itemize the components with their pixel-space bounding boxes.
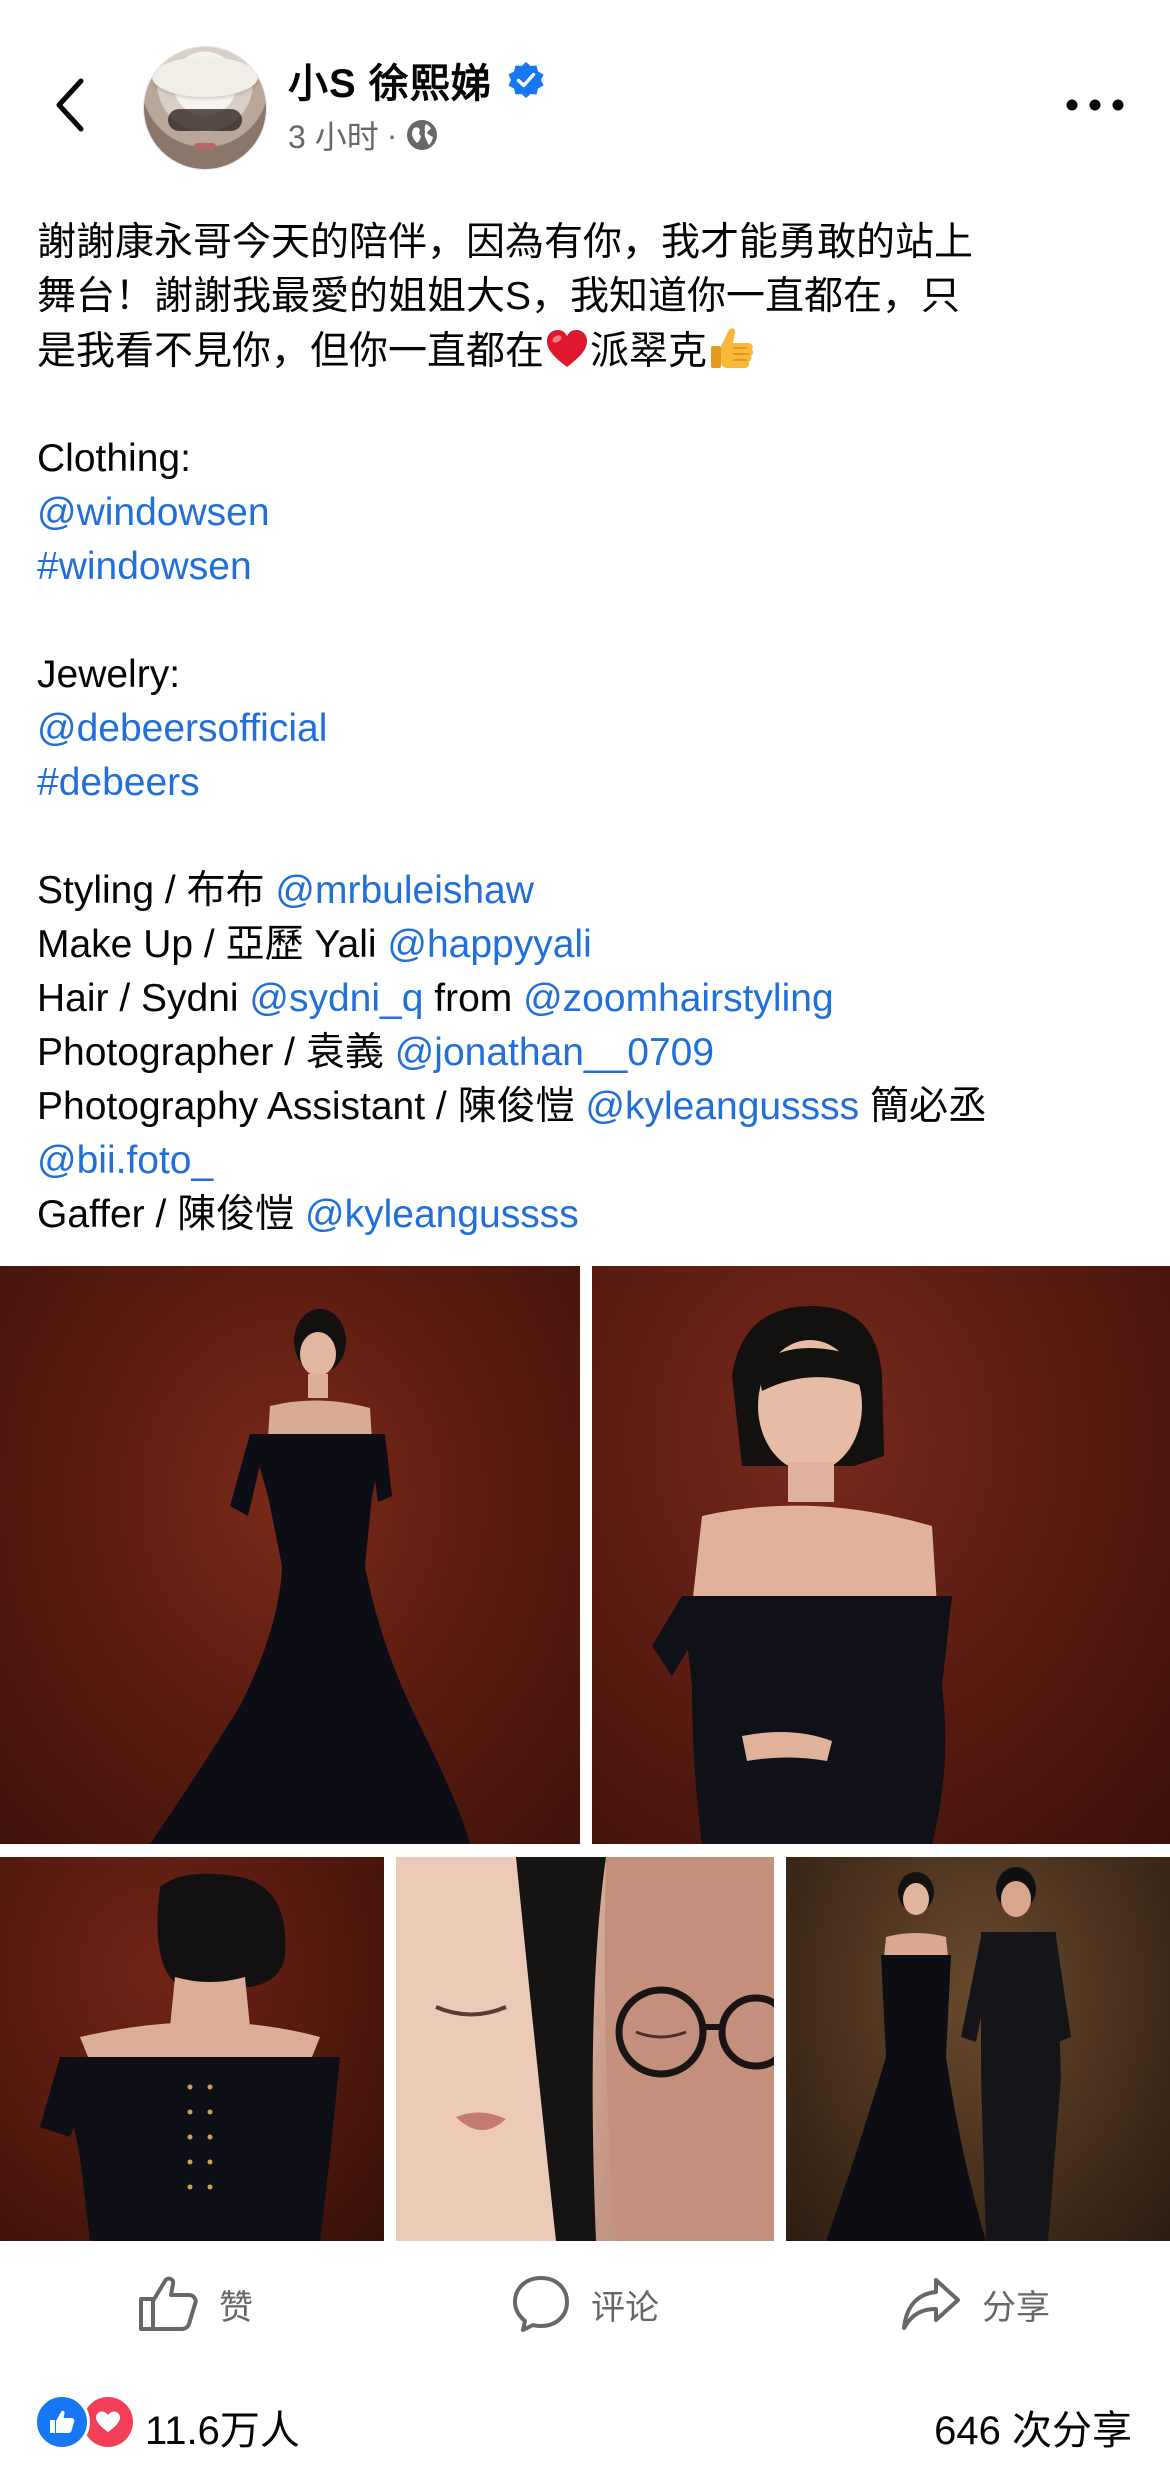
styling-mention-link[interactable]: @mrbuleishaw — [275, 869, 534, 912]
post-text-line: 謝謝康永哥今天的陪伴，因為有你，我才能勇敢的站上 — [37, 221, 974, 264]
author-name[interactable]: 小S 徐熙娣 — [288, 51, 492, 109]
photo-woman-gown-full — [150, 1309, 470, 1844]
post-photo-4[interactable] — [396, 1857, 774, 2241]
like-label: 赞 — [219, 2288, 253, 2327]
like-button[interactable]: 赞 — [0, 2245, 390, 2363]
clothing-mention-link[interactable]: @windowsen — [37, 491, 270, 534]
share-button[interactable]: 分享 — [780, 2245, 1170, 2363]
share-arrow-icon — [902, 2278, 960, 2330]
post-text-line: 舞台！謝謝我最愛的姐姐大S，我知道你一直都在，只 — [37, 275, 961, 318]
post-photo-5[interactable] — [786, 1857, 1170, 2241]
share-label: 分享 — [982, 2288, 1050, 2327]
hair-mention-link[interactable]: @sydni_q — [249, 977, 423, 1020]
photo-couple — [826, 1867, 1071, 2241]
makeup-mention-link[interactable]: @happyyali — [387, 923, 591, 966]
assistant2-mention-link[interactable]: @bii.foto_ — [37, 1139, 213, 1182]
post-text-segment: 派翠克 — [590, 330, 708, 373]
like-reaction-icon — [34, 2394, 90, 2450]
post-meta: 3 小时 · — [288, 112, 439, 158]
post-photo-2[interactable] — [592, 1266, 1170, 1844]
red-heart-emoji — [547, 330, 588, 367]
verified-badge-icon — [506, 60, 546, 100]
jewelry-mention-link[interactable]: @debeersofficial — [37, 707, 327, 750]
credit-gaffer: Gaffer / 陳俊愷 @kyleangussss — [37, 1193, 579, 1236]
post-body: 謝謝康永哥今天的陪伴，因為有你，我才能勇敢的站上 舞台！謝謝我最愛的姐姐大S，我… — [37, 216, 1137, 1242]
post-text-line: 是我看不見你，但你一直都在 派翠克 — [37, 324, 1137, 378]
more-options-button[interactable] — [1060, 80, 1130, 130]
thumbs-up-icon — [139, 2276, 198, 2331]
credit-assistant: Photography Assistant / 陳俊愷 @kyleangusss… — [37, 1085, 987, 1182]
post-stats: 11.6万人 646 次分享 — [0, 2372, 1170, 2464]
post-action-bar: 赞 评论 分享 — [0, 2245, 1170, 2363]
credit-styling: Styling / 布布 @mrbuleishaw — [37, 869, 534, 912]
globe-icon — [407, 120, 438, 150]
post-text-segment: 是我看不見你，但你一直都在 — [37, 330, 545, 373]
share-count[interactable]: 646 次分享 — [934, 2398, 1132, 2456]
assistant-mention-link[interactable]: @kyleangussss — [585, 1085, 859, 1128]
reaction-count[interactable]: 11.6万人 — [145, 2398, 300, 2456]
comment-bubble-icon — [513, 2276, 569, 2332]
reaction-icons[interactable] — [34, 2394, 136, 2450]
comment-button[interactable]: 评论 — [390, 2245, 780, 2363]
clothing-label: Clothing: — [37, 437, 191, 480]
clothing-hashtag-link[interactable]: #windowsen — [37, 545, 252, 588]
jewelry-label: Jewelry: — [37, 653, 181, 696]
comment-label: 评论 — [591, 2288, 659, 2327]
photo-woman-portrait — [652, 1306, 952, 1844]
photo-woman-back — [40, 1873, 340, 2241]
post-photo-1[interactable] — [0, 1266, 580, 1844]
credit-hair: Hair / Sydni @sydni_q from @zoomhairstyl… — [37, 977, 834, 1020]
meta-separator: · — [386, 116, 398, 153]
credit-makeup: Make Up / 亞歷 Yali @happyyali — [37, 923, 592, 966]
credit-photographer: Photographer / 袁義 @jonathan__0709 — [37, 1031, 715, 1074]
thumbs-up-emoji — [711, 328, 754, 368]
post-header: 小S 徐熙娣 3 小时 · — [0, 0, 1170, 190]
hair-salon-mention-link[interactable]: @zoomhairstyling — [523, 977, 834, 1020]
photo-closeup-faces — [396, 1857, 774, 2241]
gaffer-mention-link[interactable]: @kyleangussss — [305, 1193, 579, 1236]
more-dots-icon — [1066, 99, 1124, 111]
post-timestamp[interactable]: 3 小时 — [288, 112, 379, 158]
author-avatar[interactable] — [143, 46, 267, 170]
post-photo-3[interactable] — [0, 1857, 384, 2241]
chevron-left-icon — [56, 78, 84, 132]
photographer-mention-link[interactable]: @jonathan__0709 — [395, 1031, 714, 1074]
author-name-row: 小S 徐熙娣 — [288, 52, 546, 108]
jewelry-hashtag-link[interactable]: #debeers — [37, 761, 200, 804]
back-button[interactable] — [40, 70, 100, 140]
